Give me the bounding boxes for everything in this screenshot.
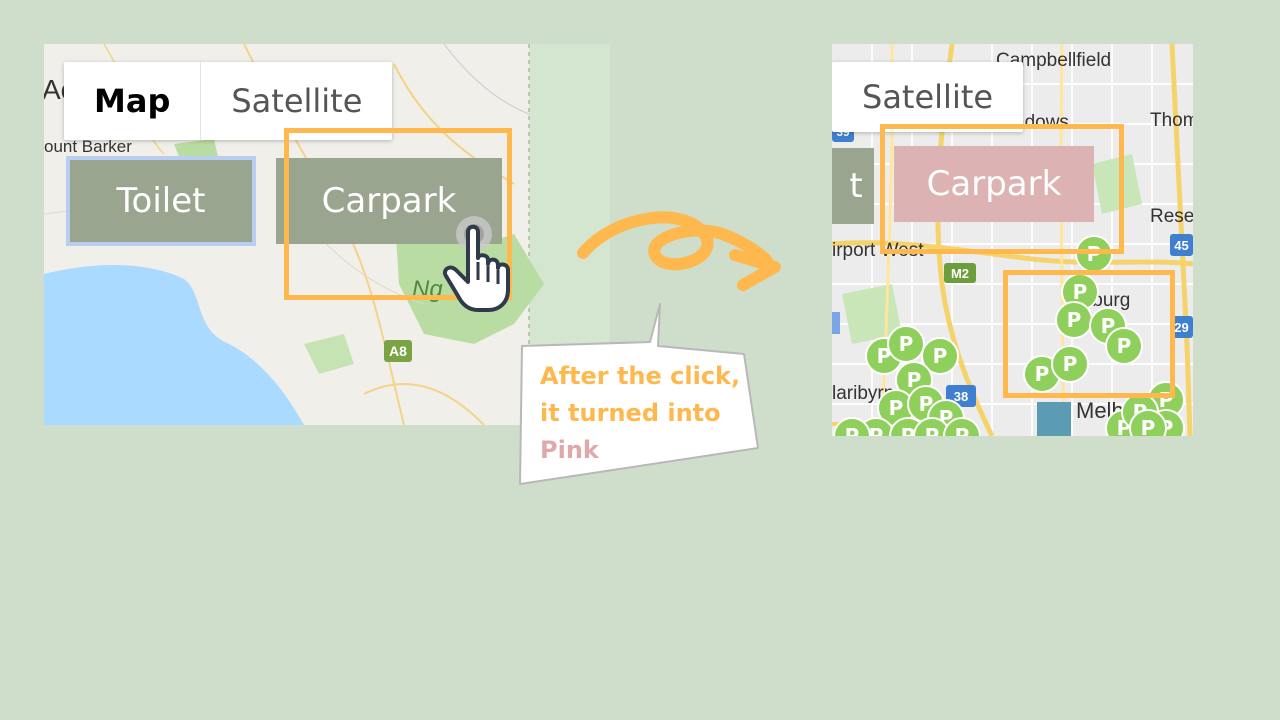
- parking-marker-icon[interactable]: P: [887, 325, 925, 363]
- toilet-button-partial[interactable]: t: [832, 148, 874, 224]
- curly-arrow-icon: [577, 211, 781, 291]
- callout-line-1: After the click,: [540, 362, 741, 390]
- callout-line-3: Pink: [540, 436, 599, 464]
- map-label-place-2: ount Barker: [44, 137, 132, 156]
- map-type-map-button[interactable]: Map: [64, 62, 202, 140]
- toilet-button[interactable]: Toilet: [66, 156, 256, 246]
- map-type-map-label: Map: [94, 82, 171, 120]
- callout-line-2: it turned into: [540, 399, 721, 427]
- highlight-box-parking-markers: [1003, 270, 1175, 398]
- toilet-button-partial-label: t: [849, 166, 863, 206]
- route-badge-a8-label: A8: [389, 343, 407, 359]
- map-type-satellite-label-after: Satellite: [862, 78, 994, 116]
- route-badge-a8: A8: [384, 340, 412, 362]
- map-type-satellite-label: Satellite: [231, 82, 363, 120]
- map-type-control-after: Satellite: [832, 62, 1024, 132]
- callout-text: After the click, it turned into Pink: [540, 358, 740, 469]
- hand-cursor-icon: [443, 216, 510, 312]
- toilet-button-label: Toilet: [116, 181, 206, 221]
- map-type-satellite-button-after[interactable]: Satellite: [832, 62, 1023, 132]
- highlight-box-carpark-after: [880, 124, 1124, 254]
